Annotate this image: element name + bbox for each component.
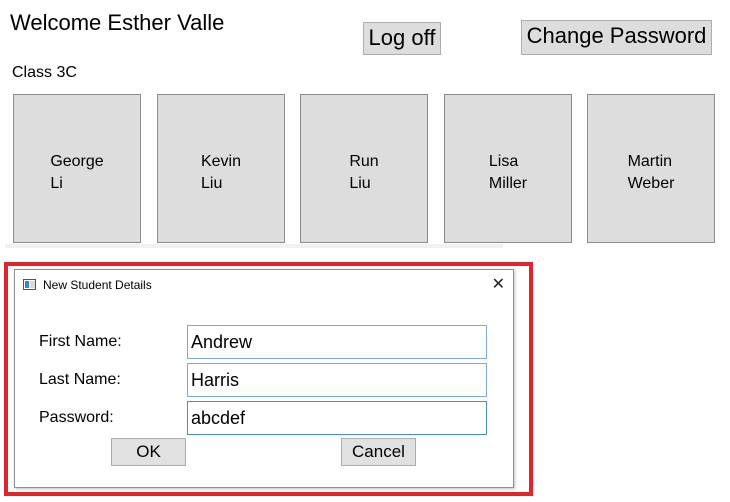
new-student-dialog: New Student Details ✕ First Name: Last N…: [14, 269, 514, 488]
divider: [5, 244, 503, 248]
window-icon: [23, 279, 36, 290]
password-label: Password:: [39, 409, 114, 426]
student-first-name: Martin: [627, 153, 673, 170]
student-first-name: Kevin: [200, 153, 242, 170]
student-tile[interactable]: Run Liu: [300, 94, 428, 243]
dialog-title: New Student Details: [43, 278, 152, 292]
last-name-field[interactable]: [187, 363, 487, 397]
student-first-name: Lisa: [488, 153, 519, 170]
close-icon[interactable]: ✕: [492, 274, 505, 294]
welcome-text: Welcome Esther Valle: [10, 10, 225, 35]
student-tile[interactable]: Martin Weber: [587, 94, 715, 243]
student-last-name: Liu: [349, 175, 371, 192]
password-field[interactable]: [187, 401, 487, 435]
cancel-button[interactable]: Cancel: [341, 438, 416, 466]
student-last-name: Li: [50, 175, 63, 192]
first-name-label: First Name:: [39, 333, 122, 350]
student-last-name: Miller: [488, 175, 528, 192]
log-off-button[interactable]: Log off: [363, 22, 441, 55]
student-last-name: Liu: [200, 175, 223, 192]
student-first-name: George: [50, 153, 104, 170]
student-first-name: Run: [349, 153, 379, 170]
class-label: Class 3C: [12, 64, 77, 81]
last-name-label: Last Name:: [39, 371, 121, 388]
student-tile[interactable]: Kevin Liu: [157, 94, 285, 243]
student-tile[interactable]: Lisa Miller: [444, 94, 572, 243]
first-name-field[interactable]: [187, 325, 487, 359]
change-password-button[interactable]: Change Password: [521, 20, 712, 55]
student-last-name: Weber: [627, 175, 675, 192]
ok-button[interactable]: OK: [111, 438, 186, 466]
student-tile[interactable]: George Li: [13, 94, 141, 243]
